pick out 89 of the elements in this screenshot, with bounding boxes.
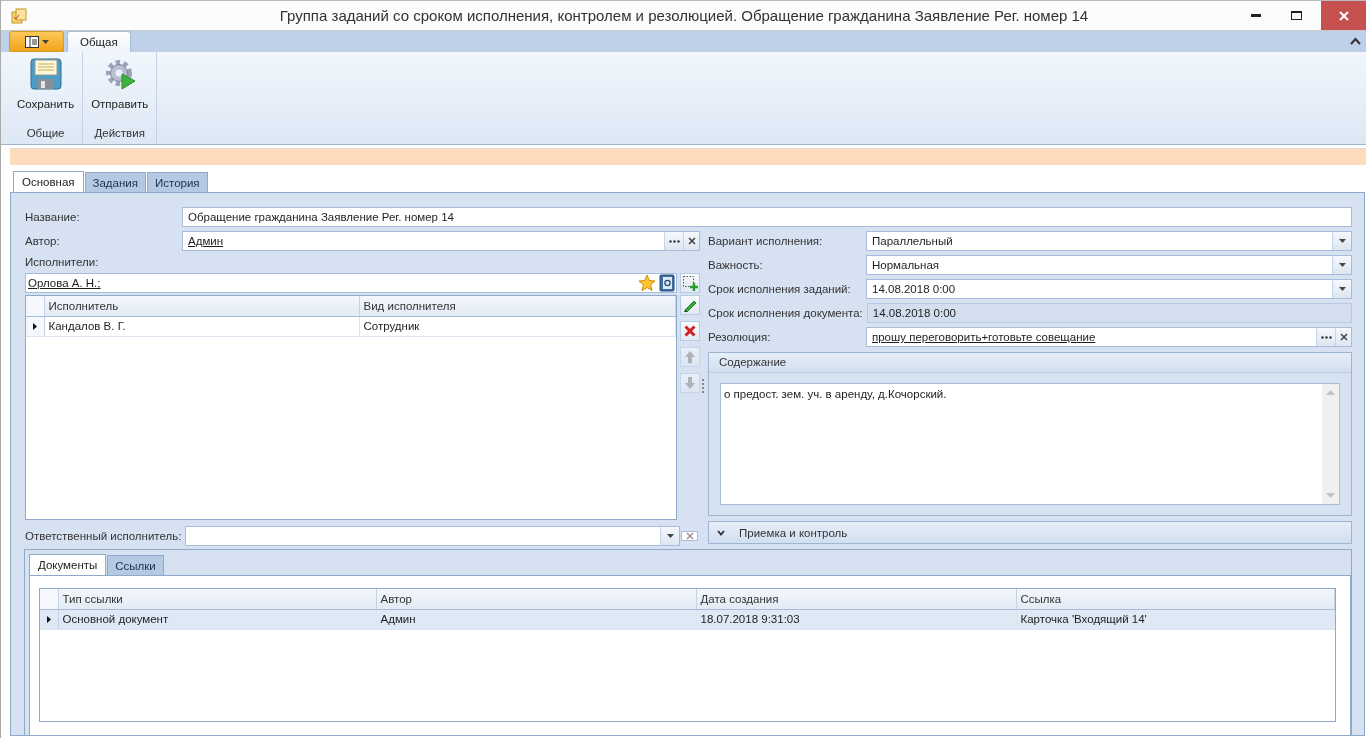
dropdown-button[interactable]: [1332, 232, 1351, 250]
browse-button[interactable]: [664, 232, 683, 250]
caret-icon: [666, 534, 674, 538]
text-field[interactable]: Обращение гражданина Заявление Рег. номер 14: [182, 207, 1352, 227]
group-title: Содержание: [709, 353, 1351, 373]
clear-button[interactable]: [683, 232, 699, 250]
dropdown-button[interactable]: [660, 527, 679, 545]
group-label: Общие: [25, 126, 66, 141]
table-cell: Сотрудник: [359, 316, 676, 336]
field-label: Срок исполнения документа:: [708, 307, 864, 319]
caret-icon: [1338, 263, 1346, 267]
save-button[interactable]: Сохранить: [13, 58, 79, 116]
dropdown-field[interactable]: Параллельный: [866, 231, 1352, 251]
arrow-up-icon: [685, 351, 695, 363]
link[interactable]: прошу переговорить+готовьте совещание: [867, 328, 1316, 346]
field-label: Ответственный исполнитель:: [25, 530, 183, 542]
add-icon: [682, 275, 698, 291]
field-label: Вариант исполнения:: [708, 235, 824, 247]
edit-button[interactable]: [680, 295, 700, 315]
minimize-icon: [1251, 14, 1261, 17]
send-button[interactable]: Отправить: [87, 58, 153, 116]
field-label: Резолюция:: [708, 331, 772, 343]
delete-icon: [684, 325, 696, 337]
add-button[interactable]: [680, 273, 700, 293]
field-label: Важность:: [708, 259, 764, 271]
column-header[interactable]: Исполнитель: [44, 296, 359, 316]
column-header[interactable]: Дата создания: [696, 589, 1016, 609]
tab[interactable]: Ссылки: [107, 555, 164, 575]
executors-field[interactable]: Орлова А. Н.;: [25, 273, 677, 293]
save-icon: [29, 58, 62, 90]
tab[interactable]: Задания: [84, 172, 146, 192]
tab[interactable]: История: [147, 172, 208, 192]
app-icon: [11, 7, 27, 24]
scroll-down-icon: [1326, 493, 1335, 498]
close-button[interactable]: [1321, 1, 1366, 30]
arrow-down-icon: [685, 377, 695, 389]
lookup-field[interactable]: прошу переговорить+готовьте совещание: [866, 327, 1352, 347]
caret-icon: [1338, 287, 1346, 291]
window-title: Группа заданий со сроком исполнения, контролем и резолюцией. Обращение гражданина Заявление Рег. номер 14: [279, 7, 1089, 24]
field-value: Параллельный: [871, 234, 954, 249]
delete-button[interactable]: [680, 321, 700, 341]
app-menu-button[interactable]: [9, 31, 64, 52]
panel-icon: [24, 35, 39, 48]
content-text-area[interactable]: о предост. зем. уч. в аренду, д.Кочорский.: [720, 383, 1340, 505]
pencil-icon: [683, 298, 697, 312]
close-icon: [1339, 333, 1348, 341]
field-label: Название:: [25, 211, 81, 223]
caret-icon: [41, 39, 49, 44]
dropdown-button[interactable]: [1332, 256, 1351, 274]
lookup-field[interactable]: Админ: [182, 231, 700, 251]
clear-button[interactable]: [1335, 328, 1351, 346]
table-cell: Кандалов В. Г.: [44, 316, 359, 336]
tab[interactable]: Основная: [13, 171, 84, 192]
star-icon[interactable]: [638, 274, 656, 292]
ribbon-tab[interactable]: Общая: [67, 31, 131, 52]
section-header[interactable]: Приемка и контроль: [708, 521, 1352, 544]
field-value: о предост. зем. уч. в аренду, д.Кочорский.: [723, 387, 948, 402]
ellipsis-icon: [668, 239, 680, 243]
column-header[interactable]: Вид исполнителя: [359, 296, 676, 316]
close-icon: [1339, 10, 1349, 21]
scrollbar[interactable]: [1322, 384, 1339, 504]
field-value: Нормальная: [871, 258, 941, 273]
dropdown-button[interactable]: [1332, 280, 1351, 298]
link[interactable]: Орлова А. Н.;: [26, 277, 635, 289]
dropdown-field[interactable]: [185, 526, 680, 546]
splitter-handle[interactable]: [702, 379, 704, 393]
field-value: 14.08.2018 0:00: [871, 282, 957, 297]
gear-play-icon: [103, 58, 136, 90]
column-header[interactable]: Ссылка: [1016, 589, 1335, 609]
column-header[interactable]: Тип ссылки: [58, 589, 376, 609]
address-book-icon[interactable]: [659, 274, 675, 292]
field-label: Исполнители:: [25, 255, 100, 270]
close-icon: [687, 237, 696, 245]
scroll-up-icon: [1326, 390, 1335, 395]
link[interactable]: Админ: [183, 232, 664, 250]
dropdown-field[interactable]: 14.08.2018 0:00: [866, 279, 1352, 299]
dropdown-field[interactable]: Нормальная: [866, 255, 1352, 275]
field-label: Автор:: [25, 235, 61, 247]
close-icon: [685, 532, 694, 540]
ellipsis-icon: [1320, 335, 1332, 339]
collapse-icon[interactable]: [1350, 37, 1361, 45]
readonly-field[interactable]: 14.08.2018 0:00: [866, 303, 1352, 323]
maximize-icon: [1290, 11, 1302, 20]
group-label: Действия: [93, 126, 146, 141]
tab[interactable]: Документы: [29, 554, 107, 575]
caret-icon: [1338, 239, 1346, 243]
browse-button[interactable]: [1316, 328, 1335, 346]
field-label: Срок исполнения заданий:: [708, 283, 852, 295]
column-header[interactable]: Автор: [376, 589, 696, 609]
